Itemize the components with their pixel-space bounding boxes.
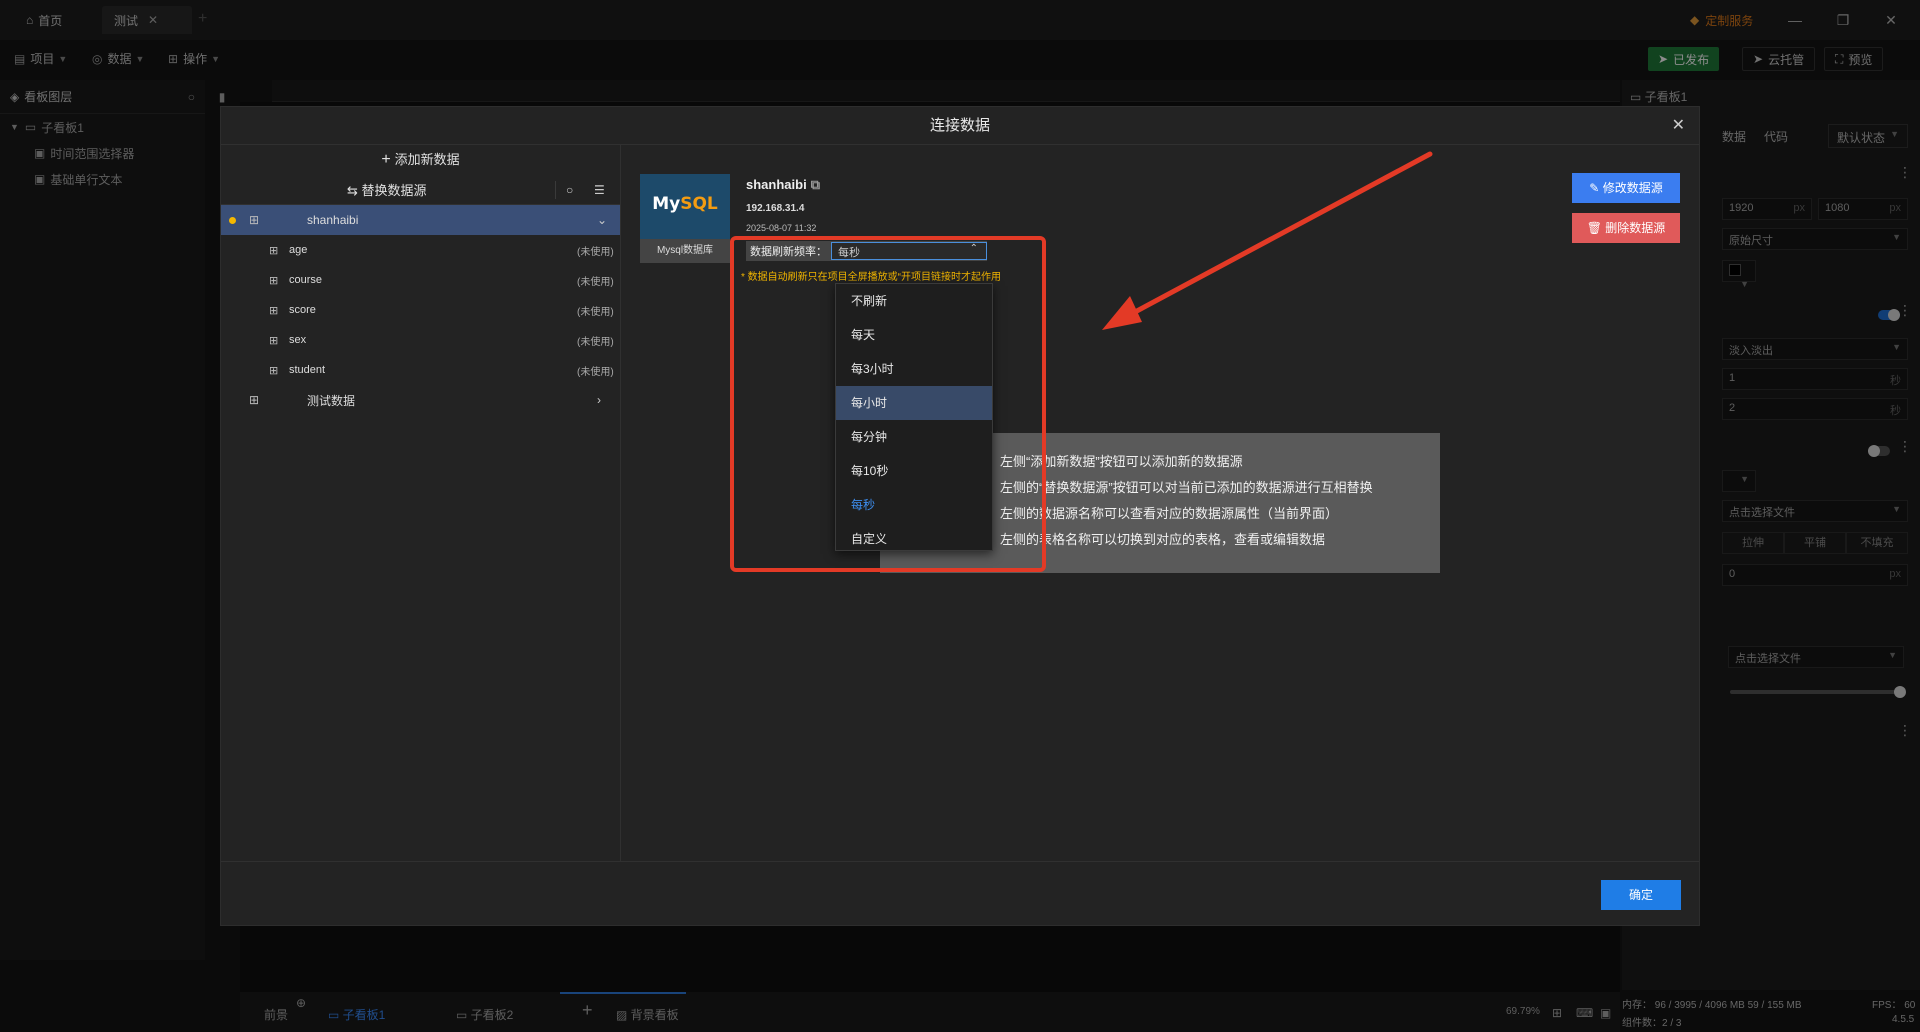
- mysql-logo-main: My: [652, 194, 681, 214]
- active-dot: [229, 216, 236, 224]
- highlight-box: [730, 236, 1046, 572]
- table-item-score[interactable]: ⊞ score (未使用): [221, 295, 620, 325]
- table-item-age[interactable]: ⊞ age (未使用): [221, 235, 620, 265]
- datasource-name: shanhaibi: [307, 213, 359, 227]
- mysql-logo-text: MySQL: [640, 194, 730, 214]
- help-line: 左侧的“替换数据源”按钮可以对当前已添加的数据源进行互相替换: [1000, 480, 1373, 495]
- table-icon: ⊞: [269, 244, 279, 257]
- copy-icon[interactable]: ⧉: [811, 177, 820, 192]
- divider: [555, 181, 556, 199]
- datasource-ip: 192.168.31.4: [746, 203, 805, 214]
- footer-divider: [221, 861, 1699, 862]
- delete-datasource-label: 删除数据源: [1605, 221, 1666, 235]
- table-name: sex: [289, 334, 307, 346]
- table-name: age: [289, 244, 308, 256]
- datasource-name: 测试数据: [307, 393, 356, 408]
- close-icon[interactable]: ✕: [1672, 107, 1685, 145]
- search-icon[interactable]: ○: [566, 183, 573, 197]
- replace-source-row: ⇆ 替换数据源 ○ ☰: [221, 175, 620, 205]
- table-icon: ⊞: [249, 393, 260, 407]
- filter-icon[interactable]: ☰: [594, 183, 605, 197]
- help-line: 左侧的数据源名称可以查看对应的数据源属性（当前界面）: [1000, 506, 1339, 521]
- table-item-course[interactable]: ⊞ course (未使用): [221, 265, 620, 295]
- trash-icon: 🗑: [1586, 221, 1606, 235]
- datasource-item-shanhaibi[interactable]: ⊞ shanhaibi ⌄: [221, 205, 620, 235]
- help-line: 左侧的表格名称可以切换到对应的表格，查看或编辑数据: [1000, 532, 1326, 547]
- table-name: student: [289, 364, 326, 376]
- table-status: (未使用): [577, 276, 614, 288]
- table-icon: ⊞: [249, 213, 260, 227]
- datasource-item-test[interactable]: ⊞ 测试数据 ›: [221, 385, 620, 415]
- datasource-list-panel: + 添加新数据 ⇆ 替换数据源 ○ ☰ ⊞ shanhaibi ⌄ ⊞ age (…: [221, 145, 621, 861]
- add-data-label: 添加新数据: [394, 152, 460, 167]
- chevron-right-icon: ›: [597, 393, 601, 407]
- edit-datasource-label: 修改数据源: [1602, 181, 1663, 195]
- replace-source-label: 替换数据源: [361, 183, 427, 198]
- table-name: score: [289, 304, 316, 316]
- table-item-student[interactable]: ⊞ student (未使用): [221, 355, 620, 385]
- confirm-button[interactable]: 确定: [1601, 880, 1681, 910]
- delete-datasource-button[interactable]: 🗑 删除数据源: [1572, 213, 1680, 243]
- confirm-label: 确定: [1628, 888, 1653, 902]
- dialog-header: 连接数据 ✕: [221, 107, 1699, 145]
- datasource-title: shanhaibi ⧉: [746, 177, 820, 193]
- table-icon: ⊞: [269, 334, 279, 347]
- edit-datasource-button[interactable]: ✎ 修改数据源: [1572, 173, 1680, 203]
- table-icon: ⊞: [269, 364, 279, 377]
- datasource-title-label: shanhaibi: [746, 177, 807, 192]
- table-icon: ⊞: [269, 304, 279, 317]
- table-status: (未使用): [577, 336, 614, 348]
- add-data-button[interactable]: + 添加新数据: [221, 145, 620, 175]
- datasource-time: 2025-08-07 11:32: [746, 223, 817, 233]
- chevron-down-icon: ⌄: [597, 213, 608, 227]
- swap-icon: ⇆: [347, 183, 362, 198]
- replace-source-button[interactable]: ⇆ 替换数据源: [347, 180, 427, 199]
- help-line: 左侧“添加新数据”按钮可以添加新的数据源: [1000, 454, 1243, 469]
- edit-icon: ✎: [1589, 181, 1603, 195]
- mysql-logo-sub: SQL: [680, 194, 718, 214]
- table-status: (未使用): [577, 246, 614, 258]
- table-icon: ⊞: [269, 274, 279, 287]
- table-item-sex[interactable]: ⊞ sex (未使用): [221, 325, 620, 355]
- dialog-title: 连接数据: [929, 117, 990, 134]
- table-name: course: [289, 274, 323, 286]
- database-type-label: Mysql数据库: [640, 239, 730, 263]
- annotation-arrow-icon: [1102, 151, 1433, 330]
- plus-icon: +: [381, 151, 391, 168]
- table-status: (未使用): [577, 306, 614, 318]
- table-status: (未使用): [577, 366, 614, 378]
